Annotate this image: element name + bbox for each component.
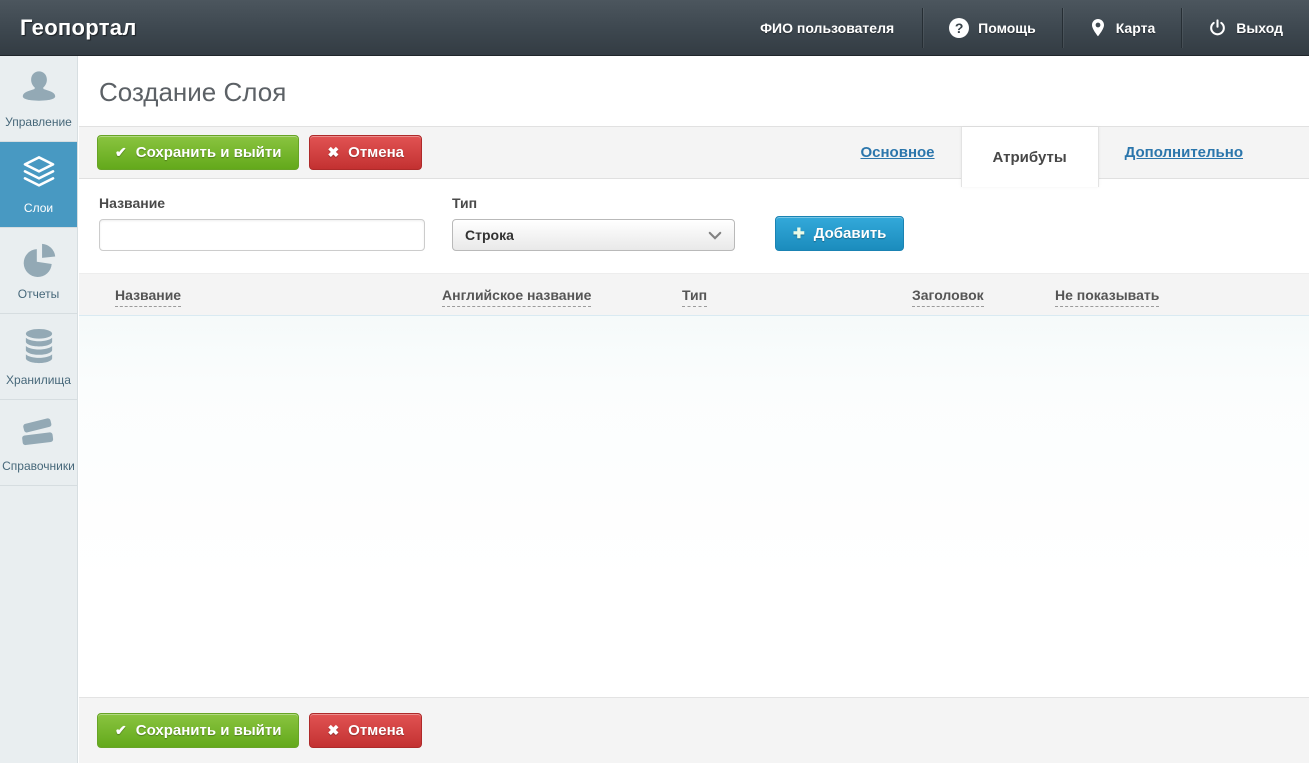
attribute-form: Название Тип Строка ✚ Добавить — [79, 179, 1309, 265]
cancel-button-label: Отмена — [348, 722, 404, 739]
cancel-button-bottom[interactable]: ✖ Отмена — [309, 713, 422, 748]
type-select[interactable]: Строка — [452, 219, 735, 251]
map-pin-icon — [1089, 18, 1107, 38]
add-attribute-button[interactable]: ✚ Добавить — [775, 216, 904, 251]
help-label: Помощь — [978, 20, 1036, 36]
power-icon — [1208, 18, 1227, 37]
sidebar-item-label: Управление — [5, 115, 72, 129]
sidebar-item-layers[interactable]: Слои — [0, 142, 77, 228]
sidebar-item-reports[interactable]: Отчеты — [0, 228, 77, 314]
tab-attributes[interactable]: Атрибуты — [961, 127, 1099, 187]
save-button-label: Сохранить и выйти — [136, 144, 282, 161]
column-header-type: Тип — [682, 287, 912, 303]
sidebar-item-label: Хранилища — [6, 373, 71, 387]
check-icon: ✔ — [115, 722, 127, 739]
check-icon: ✔ — [115, 144, 127, 161]
chevron-down-icon — [708, 231, 722, 240]
help-icon: ? — [949, 18, 969, 38]
main-content: Создание Слоя ✔ Сохранить и выйти ✖ Отме… — [79, 56, 1309, 763]
top-header: Геопортал ФИО пользователя ? Помощь Карт… — [0, 0, 1309, 56]
type-field-group: Тип Строка — [452, 195, 735, 251]
toolbar: ✔ Сохранить и выйти ✖ Отмена Основное Ат… — [79, 126, 1309, 179]
attributes-table-body — [79, 316, 1309, 697]
sidebar-item-references[interactable]: Справочники — [0, 400, 77, 486]
sidebar-item-label: Отчеты — [18, 287, 59, 301]
type-select-value: Строка — [465, 227, 514, 243]
name-input[interactable] — [99, 219, 425, 251]
plus-icon: ✚ — [793, 225, 805, 242]
save-and-exit-button[interactable]: ✔ Сохранить и выйти — [97, 135, 299, 170]
sidebar-item-storages[interactable]: Хранилища — [0, 314, 77, 400]
logout-link[interactable]: Выход — [1182, 0, 1309, 55]
bottom-action-bar: ✔ Сохранить и выйти ✖ Отмена — [79, 697, 1309, 763]
user-icon — [18, 67, 60, 109]
column-header-name: Название — [79, 287, 442, 303]
tab-main[interactable]: Основное — [834, 144, 960, 161]
sidebar-item-label: Справочники — [2, 459, 75, 473]
sidebar-item-label: Слои — [24, 201, 53, 215]
page-title: Создание Слоя — [99, 77, 1289, 108]
database-icon — [18, 325, 60, 367]
name-label: Название — [99, 195, 425, 211]
column-header-title: Заголовок — [912, 287, 1055, 303]
cancel-button-label: Отмена — [348, 144, 404, 161]
user-fullname[interactable]: ФИО пользователя — [732, 20, 922, 36]
tab-additional[interactable]: Дополнительно — [1099, 144, 1269, 161]
app-logo: Геопортал — [0, 15, 137, 41]
help-link[interactable]: ? Помощь — [923, 0, 1062, 55]
sidebar-item-management[interactable]: Управление — [0, 56, 77, 142]
books-icon — [18, 411, 60, 453]
cross-icon: ✖ — [327, 722, 339, 739]
map-label: Карта — [1116, 20, 1156, 36]
add-button-area: ✚ Добавить — [775, 216, 904, 251]
column-header-english-name: Английское название — [442, 287, 682, 303]
attributes-table-header: Название Английское название Тип Заголов… — [79, 273, 1309, 316]
layers-icon — [18, 153, 60, 195]
cancel-button[interactable]: ✖ Отмена — [309, 135, 422, 170]
add-button-label: Добавить — [814, 225, 887, 242]
sidebar: Управление Слои Отчеты Хранилища — [0, 56, 78, 763]
save-and-exit-button-bottom[interactable]: ✔ Сохранить и выйти — [97, 713, 299, 748]
page-title-area: Создание Слоя — [79, 56, 1309, 126]
save-button-label: Сохранить и выйти — [136, 722, 282, 739]
name-field-group: Название — [99, 195, 425, 251]
logout-label: Выход — [1236, 20, 1283, 36]
cross-icon: ✖ — [327, 144, 339, 161]
pie-chart-icon — [18, 239, 60, 281]
type-label: Тип — [452, 195, 735, 211]
tab-bar: Основное Атрибуты Дополнительно — [834, 127, 1309, 178]
header-nav: ФИО пользователя ? Помощь Карта Выход — [732, 0, 1309, 55]
map-link[interactable]: Карта — [1063, 0, 1182, 55]
column-header-hide: Не показывать — [1055, 287, 1309, 303]
